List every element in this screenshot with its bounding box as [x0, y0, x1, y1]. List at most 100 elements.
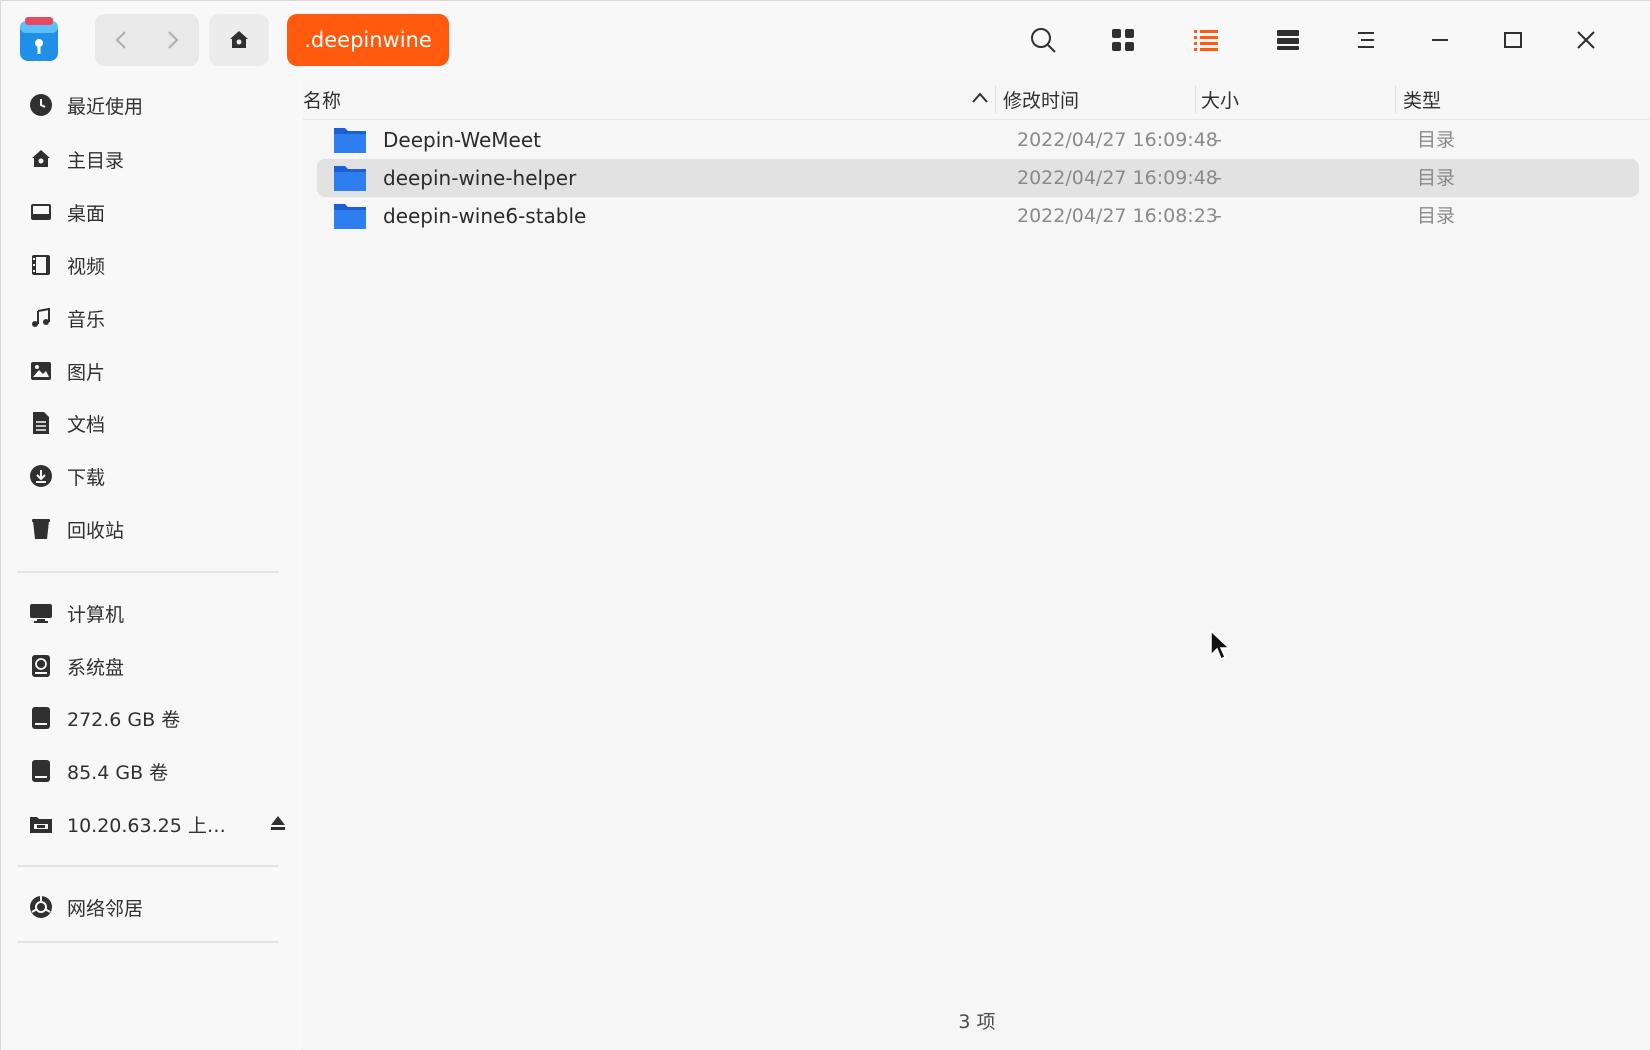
- file-manager-window: .deepinwine 最近使用 主目录 桌面 视频 音乐 图片 文档 下载 回…: [0, 0, 1650, 1050]
- column-header-size[interactable]: 大小: [1201, 79, 1391, 119]
- sidebar-item-label: 网络邻居: [67, 897, 144, 920]
- table-row[interactable]: deepin-wine6-stable 2022/04/27 16:08:23 …: [317, 197, 1639, 235]
- file-type: 目录: [1417, 205, 1456, 227]
- table-row[interactable]: Deepin-WeMeet 2022/04/27 16:09:48 - 目录: [317, 121, 1639, 159]
- sidebar-item-label: 图片: [67, 361, 106, 384]
- column-header-size-label: 大小: [1201, 89, 1240, 112]
- header-divider: [303, 119, 1650, 120]
- column-header-type[interactable]: 类型: [1403, 79, 1603, 119]
- sidebar-item-label: 主目录: [67, 149, 125, 172]
- sidebar-item-volume-85[interactable]: 85.4 GB 卷: [27, 751, 287, 791]
- eject-icon[interactable]: [269, 814, 287, 834]
- sidebar-item-music[interactable]: 音乐: [27, 298, 287, 338]
- sidebar-item-label: 桌面: [67, 202, 106, 225]
- sidebar-item-videos[interactable]: 视频: [27, 245, 287, 285]
- sidebar-item-label: 回收站: [67, 519, 125, 542]
- maximize-button[interactable]: [1496, 23, 1530, 57]
- sidebar-item-network-share[interactable]: 10.20.63.25 上…: [27, 804, 287, 844]
- home-button[interactable]: [209, 14, 269, 66]
- close-icon: [1577, 31, 1595, 49]
- column-divider[interactable]: [995, 85, 996, 113]
- folder-icon: [334, 128, 366, 153]
- sidebar-item-label: 10.20.63.25 上…: [67, 814, 226, 837]
- detail-view-icon: [1277, 30, 1299, 50]
- column-divider[interactable]: [1395, 85, 1396, 113]
- app-logo-icon: [17, 15, 61, 63]
- folder-icon: [334, 166, 366, 191]
- document-icon: [27, 409, 55, 437]
- main-menu-button[interactable]: [1349, 23, 1383, 57]
- file-list-pane: 名称 修改时间 大小 类型 Deepin-WeMeet 2022/04/27 1…: [303, 79, 1650, 1050]
- sidebar-item-volume-272[interactable]: 272.6 GB 卷: [27, 698, 287, 738]
- sidebar-item-network[interactable]: 网络邻居: [27, 887, 287, 927]
- sidebar-item-documents[interactable]: 文档: [27, 403, 287, 443]
- sidebar-item-label: 85.4 GB 卷: [67, 761, 169, 784]
- sidebar-item-label: 文档: [67, 413, 106, 436]
- breadcrumb-current[interactable]: .deepinwine: [287, 14, 449, 66]
- download-icon: [27, 462, 55, 490]
- network-icon: [27, 893, 55, 921]
- close-button[interactable]: [1569, 23, 1603, 57]
- minimize-icon: [1432, 39, 1448, 41]
- sidebar: 最近使用 主目录 桌面 视频 音乐 图片 文档 下载 回收站 计算机 系统盘 2…: [1, 79, 301, 1050]
- file-name: deepin-wine-helper: [383, 166, 577, 190]
- file-size: -: [1215, 129, 1222, 151]
- file-size: -: [1215, 205, 1222, 227]
- drive-icon: [27, 757, 55, 785]
- file-modified: 2022/04/27 16:09:48: [1017, 129, 1218, 151]
- item-count-status: 3 项: [958, 1011, 996, 1033]
- sidebar-item-downloads[interactable]: 下载: [27, 456, 287, 496]
- table-row-selected[interactable]: deepin-wine-helper 2022/04/27 16:09:48 -…: [317, 159, 1639, 197]
- home-icon: [230, 31, 248, 48]
- system-disk-icon: [27, 652, 55, 680]
- file-type: 目录: [1417, 167, 1456, 189]
- column-header-modified[interactable]: 修改时间: [1003, 79, 1193, 119]
- file-size: -: [1215, 167, 1222, 189]
- menu-icon: [1358, 32, 1374, 48]
- sidebar-item-label: 视频: [67, 255, 106, 278]
- sidebar-item-system-disk[interactable]: 系统盘: [27, 646, 287, 686]
- sort-ascending-icon[interactable]: [971, 91, 989, 105]
- sidebar-item-home[interactable]: 主目录: [27, 139, 287, 179]
- clock-icon: [27, 91, 55, 119]
- sidebar-item-label: 下载: [67, 466, 106, 489]
- sidebar-item-desktop[interactable]: 桌面: [27, 192, 287, 232]
- column-divider[interactable]: [1195, 85, 1196, 113]
- sidebar-item-label: 音乐: [67, 308, 106, 331]
- detail-view-button[interactable]: [1271, 23, 1305, 57]
- sidebar-item-label: 计算机: [67, 603, 125, 626]
- music-icon: [27, 304, 55, 332]
- computer-icon: [27, 599, 55, 627]
- back-button[interactable]: [95, 14, 147, 66]
- drive-icon: [27, 704, 55, 732]
- desktop-icon: [27, 198, 55, 226]
- video-icon: [27, 251, 55, 279]
- list-view-button[interactable]: [1189, 23, 1223, 57]
- search-button[interactable]: [1026, 23, 1060, 57]
- sidebar-item-label: 最近使用: [67, 95, 144, 118]
- back-icon: [115, 31, 126, 49]
- list-view-icon: [1194, 30, 1218, 51]
- column-header-name[interactable]: 名称: [303, 79, 983, 119]
- search-icon: [1031, 28, 1056, 53]
- icon-view-button[interactable]: [1106, 23, 1140, 57]
- icon-view-icon: [1112, 29, 1134, 51]
- column-header-name-label: 名称: [303, 89, 342, 112]
- maximize-icon: [1504, 32, 1522, 48]
- sidebar-item-pictures[interactable]: 图片: [27, 351, 287, 391]
- home-icon: [27, 145, 55, 173]
- forward-icon: [168, 31, 179, 49]
- file-name: deepin-wine6-stable: [383, 204, 587, 228]
- sidebar-divider: [17, 571, 279, 573]
- sidebar-item-label: 272.6 GB 卷: [67, 708, 181, 731]
- trash-icon: [27, 515, 55, 543]
- sidebar-item-computer[interactable]: 计算机: [27, 593, 287, 633]
- column-header-modified-label: 修改时间: [1003, 89, 1080, 112]
- column-header-type-label: 类型: [1403, 89, 1442, 112]
- sidebar-divider: [17, 865, 279, 867]
- forward-button[interactable]: [147, 14, 199, 66]
- folder-icon: [334, 204, 366, 229]
- minimize-button[interactable]: [1423, 23, 1457, 57]
- sidebar-item-trash[interactable]: 回收站: [27, 509, 287, 549]
- sidebar-item-recent[interactable]: 最近使用: [27, 85, 287, 125]
